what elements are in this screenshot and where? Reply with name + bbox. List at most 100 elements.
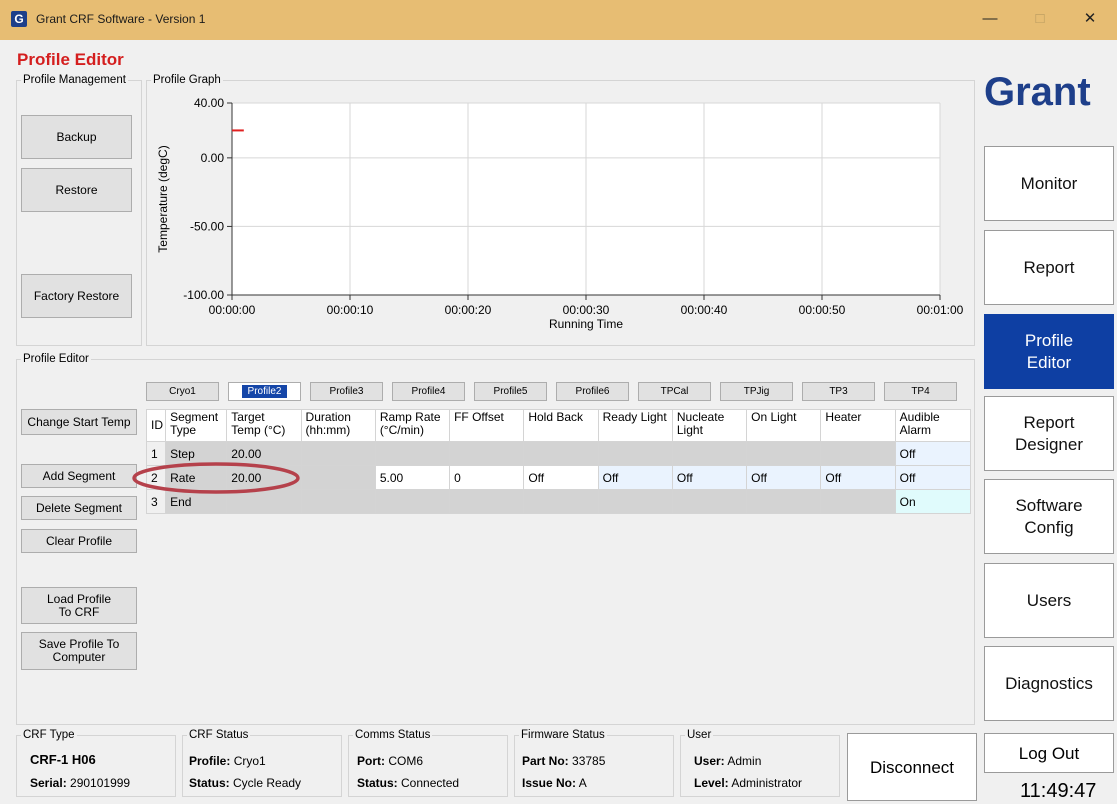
table-cell[interactable] (300, 489, 376, 514)
tab-tpjig[interactable]: TPJig (720, 382, 793, 401)
x-tick-label: 00:00:40 (681, 303, 728, 317)
load-profile-button[interactable]: Load Profile To CRF (21, 587, 137, 624)
table-cell[interactable]: Off (597, 465, 673, 490)
table-cell[interactable]: Off (746, 465, 822, 490)
clear-profile-button[interactable]: Clear Profile (21, 529, 137, 553)
table-cell[interactable]: On (894, 489, 972, 514)
column-header[interactable]: Ready Light (597, 409, 673, 442)
table-cell[interactable]: 20.00 (226, 441, 302, 466)
nav-users[interactable]: Users (984, 563, 1114, 638)
table-cell[interactable]: Off (894, 465, 972, 490)
table-cell[interactable]: Off (820, 465, 896, 490)
column-header[interactable]: Hold Back (523, 409, 599, 442)
tab-tp3[interactable]: TP3 (802, 382, 875, 401)
nav-label: Software Config (1015, 495, 1083, 537)
table-cell[interactable] (671, 441, 748, 466)
table-cell[interactable]: Rate (165, 465, 228, 490)
table-cell[interactable] (597, 489, 673, 514)
table-cell[interactable] (374, 489, 451, 514)
nav-monitor[interactable]: Monitor (984, 146, 1114, 221)
table-cell[interactable]: 0 (449, 465, 525, 490)
x-tick-label: 00:01:00 (917, 303, 964, 317)
restore-button[interactable]: Restore (21, 168, 132, 212)
column-header[interactable]: Nucleate Light (671, 409, 748, 442)
tab-cryo1[interactable]: Cryo1 (146, 382, 219, 401)
table-cell[interactable] (523, 489, 599, 514)
minimize-button[interactable]: — (975, 7, 1005, 31)
profile-management-legend: Profile Management (23, 74, 126, 86)
table-cell[interactable]: 5.00 (374, 465, 451, 490)
issue-value: A (578, 776, 587, 790)
nav-label: Report (1023, 257, 1075, 277)
table-cell[interactable]: Off (523, 465, 599, 490)
nav-software-config[interactable]: Software Config (984, 479, 1114, 554)
crf-status-legend: CRF Status (189, 729, 249, 741)
backup-button[interactable]: Backup (21, 115, 132, 159)
delete-segment-button[interactable]: Delete Segment (21, 496, 137, 520)
close-button[interactable]: ✕ (1075, 7, 1105, 31)
table-cell[interactable] (597, 441, 673, 466)
table-cell[interactable] (523, 441, 599, 466)
table-cell[interactable] (671, 489, 748, 514)
nav-report[interactable]: Report (984, 230, 1114, 305)
column-header[interactable]: Segment Type (165, 409, 228, 442)
table-cell[interactable]: End (165, 489, 228, 514)
column-header[interactable]: FF Offset (449, 409, 525, 442)
column-header[interactable]: Ramp Rate (°C/min) (374, 409, 451, 442)
table-cell[interactable] (746, 441, 822, 466)
x-tick-label: 00:00:20 (445, 303, 492, 317)
crf-status-label: Status: (189, 776, 230, 790)
tab-tp4[interactable]: TP4 (884, 382, 957, 401)
table-cell[interactable] (746, 489, 822, 514)
column-header[interactable]: Heater (820, 409, 896, 442)
user-legend: User (687, 729, 712, 741)
tab-profile5[interactable]: Profile5 (474, 382, 547, 401)
nav-report-designer[interactable]: Report Designer (984, 396, 1114, 471)
column-header[interactable]: ID (145, 409, 167, 442)
tab-profile3[interactable]: Profile3 (310, 382, 383, 401)
table-row[interactable]: 1 Step 20.00 Off (145, 441, 972, 466)
tab-profile4[interactable]: Profile4 (392, 382, 465, 401)
table-cell[interactable]: 20.00 (226, 465, 302, 490)
maximize-button[interactable]: □ (1025, 7, 1055, 31)
save-profile-button[interactable]: Save Profile To Computer (21, 632, 137, 670)
table-row[interactable]: 2 Rate 20.00 5.00 0 Off Off Off Off Off Off (145, 465, 972, 490)
nav-diagnostics[interactable]: Diagnostics (984, 646, 1114, 721)
column-header[interactable]: Audible Alarm (894, 409, 972, 442)
table-cell[interactable] (449, 489, 525, 514)
table-cell: 3 (145, 489, 167, 514)
change-start-temp-button[interactable]: Change Start Temp (21, 409, 137, 435)
table-cell[interactable] (226, 489, 302, 514)
tab-profile2[interactable]: Profile2 (228, 382, 301, 401)
nav-label: Profile Editor (1024, 330, 1074, 372)
level-value: Administrator (731, 776, 803, 790)
table-cell[interactable] (820, 441, 896, 466)
y-tick-label: -50.00 (190, 219, 224, 233)
x-tick-label: 00:00:30 (563, 303, 610, 317)
log-out-button[interactable]: Log Out (984, 733, 1114, 773)
y-tick-label: 40.00 (194, 96, 224, 110)
serial-value: 290101999 (70, 776, 131, 790)
table-row[interactable]: 3 End On (145, 489, 972, 514)
nav-profile-editor[interactable]: Profile Editor (984, 314, 1114, 389)
table-cell[interactable] (449, 441, 525, 466)
table-cell[interactable] (300, 465, 376, 490)
column-header[interactable]: On Light (746, 409, 822, 442)
table-cell[interactable]: Off (671, 465, 748, 490)
disconnect-button[interactable]: Disconnect (847, 733, 977, 801)
column-header[interactable]: Duration (hh:mm) (300, 409, 376, 442)
factory-restore-button[interactable]: Factory Restore (21, 274, 132, 318)
table-cell[interactable] (300, 441, 376, 466)
tab-tpcal[interactable]: TPCal (638, 382, 711, 401)
table-cell[interactable] (374, 441, 451, 466)
tab-profile6[interactable]: Profile6 (556, 382, 629, 401)
table-cell[interactable] (820, 489, 896, 514)
profile-chart: 00:00:00 00:00:10 00:00:20 00:00:30 00:00:40… (156, 96, 964, 331)
profile-editor-legend: Profile Editor (23, 353, 89, 365)
table-cell[interactable]: Step (165, 441, 228, 466)
add-segment-button[interactable]: Add Segment (21, 464, 137, 488)
table-cell[interactable]: Off (894, 441, 972, 466)
comms-status-value: Connected (401, 776, 460, 790)
level-label: Level: (694, 776, 729, 790)
column-header[interactable]: Target Temp (°C) (226, 409, 302, 442)
